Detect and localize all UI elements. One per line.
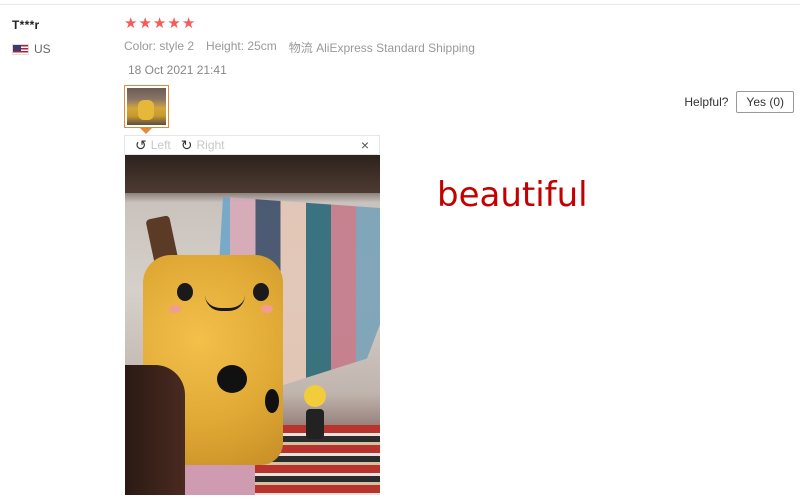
- rotate-left-button[interactable]: ↺ Left: [135, 138, 171, 152]
- country-code: US: [34, 42, 51, 56]
- image-viewer-toolbar: ↺ Left ↻ Right ×: [124, 135, 380, 155]
- thumbnail-pointer: [140, 128, 152, 134]
- reviewer-country: US: [12, 42, 51, 56]
- review-text: beautiful: [437, 175, 588, 215]
- star-rating: ★ ★ ★ ★ ★: [124, 16, 475, 31]
- rotate-right-button[interactable]: ↻ Right: [181, 138, 225, 152]
- star-icon: ★: [124, 15, 138, 32]
- review-photo-large: [125, 155, 380, 495]
- color-attr: Color: style 2: [124, 39, 195, 53]
- helpful-label: Helpful?: [684, 95, 729, 109]
- star-icon: ★: [138, 15, 152, 32]
- star-icon: ★: [167, 15, 181, 32]
- star-icon: ★: [181, 15, 196, 32]
- review-date: 18 Oct 2021 21:41: [128, 63, 227, 77]
- helpful-section: Helpful? Yes (0): [684, 91, 794, 113]
- shipping-attr: 物流 AliExpress Standard Shipping: [288, 41, 475, 55]
- review-meta: Color: style 2 Height: 25cm 物流 AliExpres…: [124, 39, 475, 56]
- height-attr: Height: 25cm: [206, 39, 277, 53]
- rotate-left-label: Left: [150, 138, 171, 152]
- us-flag-icon: [12, 43, 29, 55]
- rotate-left-icon: ↺: [135, 137, 147, 153]
- helpful-yes-button[interactable]: Yes (0): [736, 91, 794, 113]
- top-divider: [0, 4, 800, 5]
- close-icon[interactable]: ×: [361, 137, 369, 153]
- rotate-right-label: Right: [196, 138, 225, 152]
- reviewer-info: T***r US: [12, 18, 51, 56]
- reviewer-name: T***r: [12, 18, 40, 32]
- rotate-right-icon: ↻: [180, 137, 193, 153]
- star-icon: ★: [152, 15, 167, 32]
- review-body: ★ ★ ★ ★ ★ Color: style 2 Height: 25cm 物流…: [124, 16, 475, 77]
- review-photo-thumbnail[interactable]: [124, 85, 169, 128]
